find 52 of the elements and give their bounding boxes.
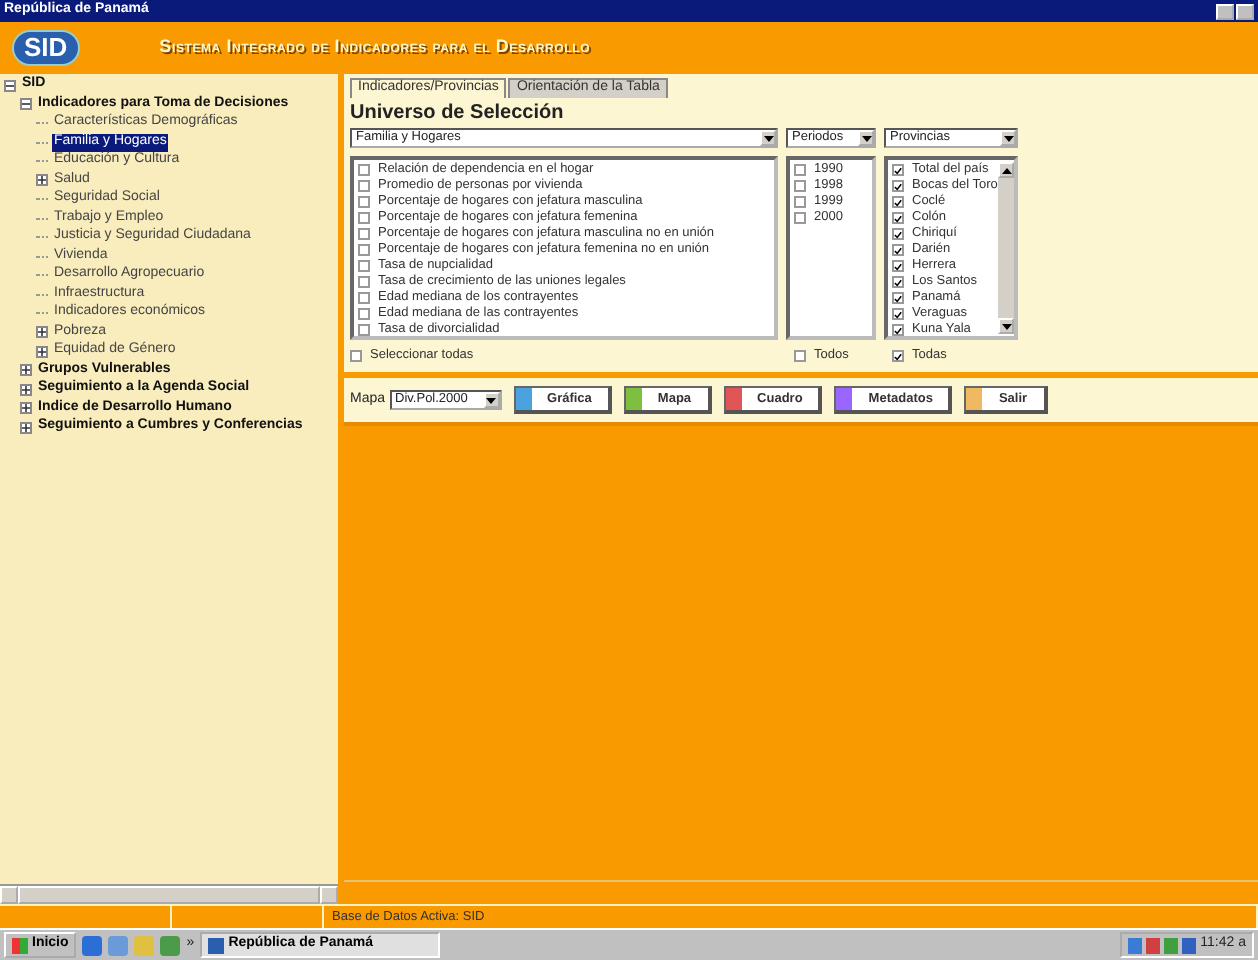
checkbox[interactable] [358, 196, 370, 209]
checkbox[interactable] [892, 164, 904, 177]
expander-icon[interactable] [20, 364, 32, 377]
expander-icon[interactable] [20, 98, 32, 111]
expander-icon[interactable] [36, 326, 48, 339]
scroll-down-icon[interactable] [998, 318, 1014, 335]
minimize-button[interactable] [1216, 3, 1234, 19]
expander-icon[interactable] [20, 402, 32, 415]
expander-icon[interactable] [4, 79, 16, 92]
checkbox[interactable] [358, 260, 370, 273]
dropdown-arrow-icon [483, 392, 500, 409]
quick-launch-icon[interactable] [82, 935, 103, 955]
logo: SID [12, 29, 80, 67]
checkbox[interactable] [892, 228, 904, 241]
checkbox[interactable] [358, 180, 370, 193]
checkbox[interactable] [892, 308, 904, 321]
checkbox[interactable] [358, 212, 370, 225]
checkbox[interactable] [794, 164, 806, 177]
checkbox[interactable] [892, 260, 904, 273]
checkbox[interactable] [358, 324, 370, 337]
scroll-up-icon[interactable] [998, 162, 1014, 179]
checkbox[interactable] [358, 276, 370, 289]
checkbox[interactable] [892, 212, 904, 225]
expander-icon[interactable] [36, 174, 48, 187]
expander-icon[interactable] [20, 383, 32, 396]
checkbox[interactable] [892, 292, 904, 305]
dropdown-arrow-icon [858, 130, 874, 147]
checkbox[interactable] [358, 308, 370, 321]
checkbox[interactable] [358, 164, 370, 177]
checkbox[interactable] [358, 244, 370, 257]
checkbox[interactable] [794, 212, 806, 225]
checkbox[interactable] [358, 228, 370, 241]
section-heading: Universo de Selección [350, 101, 566, 127]
checkbox[interactable] [892, 276, 904, 289]
app-title: Sistema Integrado de Indicadores para el Desarrollo [159, 36, 591, 60]
checkbox[interactable] [794, 350, 806, 363]
scrollbar[interactable] [998, 162, 1014, 335]
restore-button[interactable] [1236, 3, 1254, 19]
checkbox[interactable] [794, 180, 806, 193]
checkbox[interactable] [892, 180, 904, 193]
checkbox[interactable] [794, 196, 806, 209]
scrollbar[interactable] [0, 884, 338, 904]
expander-icon[interactable] [36, 345, 48, 358]
checkbox[interactable] [350, 350, 362, 363]
checkbox[interactable] [358, 292, 370, 305]
dropdown-arrow-icon [760, 130, 776, 147]
checkbox[interactable] [892, 196, 904, 209]
dropdown-arrow-icon [1000, 130, 1016, 147]
checkbox[interactable] [892, 244, 904, 257]
checkbox[interactable] [892, 324, 904, 337]
expander-icon[interactable] [20, 421, 32, 434]
checkbox[interactable] [892, 350, 904, 363]
